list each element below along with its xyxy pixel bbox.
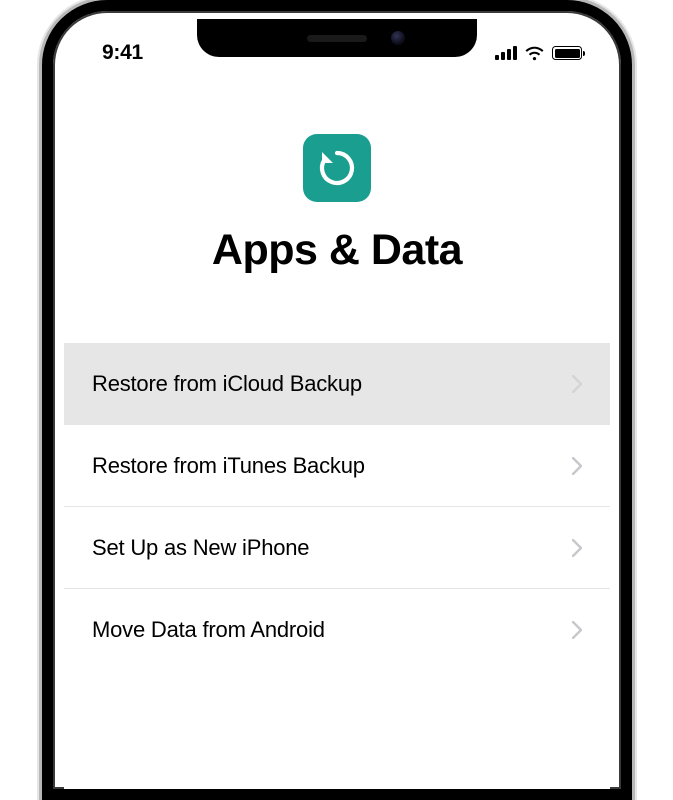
screen: 9:41 <box>64 22 610 789</box>
option-restore-itunes[interactable]: Restore from iTunes Backup <box>64 425 610 507</box>
option-label: Restore from iTunes Backup <box>92 453 365 479</box>
option-setup-new[interactable]: Set Up as New iPhone <box>64 507 610 589</box>
status-time: 9:41 <box>102 41 143 65</box>
battery-icon <box>552 46 582 60</box>
chevron-right-icon <box>572 539 582 557</box>
options-list: Restore from iCloud Backup Restore from … <box>64 343 610 671</box>
wifi-icon <box>524 46 545 61</box>
option-restore-icloud[interactable]: Restore from iCloud Backup <box>64 343 610 425</box>
phone-notch <box>197 19 477 57</box>
restore-backup-icon <box>303 134 371 202</box>
speaker-grille <box>307 35 367 42</box>
cellular-signal-icon <box>495 46 517 60</box>
option-label: Move Data from Android <box>92 617 325 643</box>
option-label: Set Up as New iPhone <box>92 535 309 561</box>
option-move-android[interactable]: Move Data from Android <box>64 589 610 671</box>
iphone-frame: 9:41 <box>42 0 632 800</box>
status-icons <box>495 46 582 61</box>
page-header: Apps & Data <box>64 74 610 315</box>
chevron-right-icon <box>572 621 582 639</box>
chevron-right-icon <box>572 457 582 475</box>
page-title: Apps & Data <box>64 226 610 275</box>
option-label: Restore from iCloud Backup <box>92 371 362 397</box>
front-camera <box>391 31 405 45</box>
chevron-right-icon <box>572 375 582 393</box>
